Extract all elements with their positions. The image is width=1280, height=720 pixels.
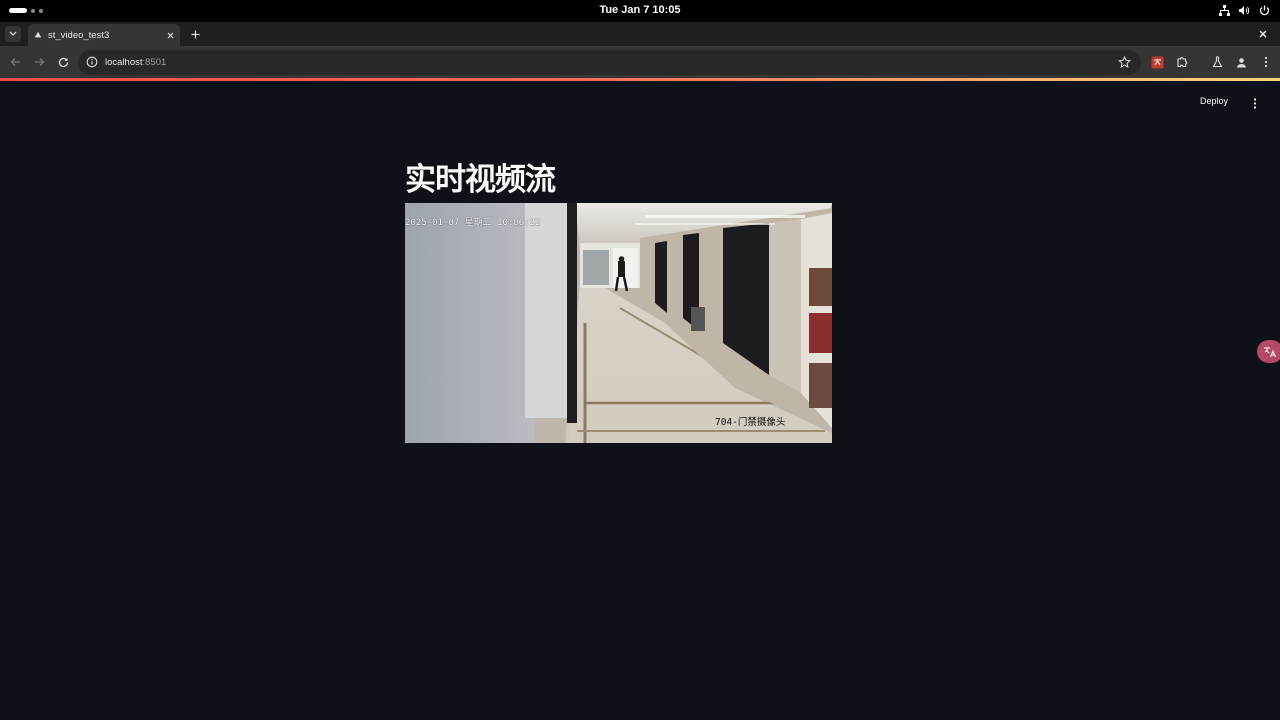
translate-floating-button[interactable] — [1257, 340, 1280, 363]
kebab-menu-icon — [1253, 97, 1257, 109]
browser-menu-button[interactable] — [1259, 55, 1273, 69]
close-icon — [1259, 30, 1267, 38]
system-status-area[interactable] — [1219, 3, 1270, 18]
tab-search-button[interactable] — [5, 26, 21, 42]
site-info-icon[interactable] — [86, 56, 98, 68]
puzzle-icon — [1177, 57, 1188, 68]
close-icon — [167, 32, 173, 38]
profile-button[interactable] — [1234, 55, 1248, 69]
flask-icon — [1212, 56, 1222, 68]
reload-button[interactable] — [56, 55, 70, 69]
streamlit-favicon-icon — [34, 31, 42, 38]
chevron-down-icon — [9, 31, 17, 36]
arrow-left-icon — [10, 58, 20, 66]
address-bar[interactable]: localhost:8501 — [78, 50, 1141, 75]
corridor-camera-image — [405, 203, 832, 443]
system-clock[interactable]: Tue Jan 7 10:05 — [0, 4, 1280, 16]
deploy-button[interactable]: Deploy — [1200, 96, 1228, 106]
live-video-frame: 2025-01-07 星期二 10:06:22 704-门禁摄像头 — [405, 203, 832, 443]
extension-translate-button[interactable] — [1150, 55, 1164, 69]
translate-extension-icon — [1151, 56, 1163, 68]
url-text: localhost:8501 — [105, 57, 166, 68]
extensions-button[interactable] — [1175, 55, 1189, 69]
profile-icon — [1236, 57, 1246, 67]
tab-title: st_video_test3 — [48, 29, 110, 41]
browser-toolbar: localhost:8501 — [0, 46, 1280, 79]
url-host: localhost — [105, 57, 143, 68]
plus-icon — [191, 30, 199, 38]
browser-tab-strip: st_video_test3 — [0, 22, 1280, 46]
back-button[interactable] — [8, 55, 22, 69]
translate-icon — [1264, 346, 1276, 357]
volume-icon — [1239, 3, 1250, 18]
app-main-menu-button[interactable] — [1250, 97, 1260, 109]
video-osd-camera-label: 704-门禁摄像头 — [715, 417, 786, 428]
kebab-menu-icon — [1264, 56, 1268, 68]
bookmark-star-icon[interactable] — [1118, 56, 1131, 69]
new-tab-button[interactable] — [188, 27, 202, 41]
power-icon — [1259, 3, 1270, 18]
tab-close-button[interactable] — [164, 29, 176, 41]
video-osd-timestamp: 2025-01-07 星期二 10:06:22 — [405, 218, 541, 228]
arrow-right-icon — [34, 58, 44, 66]
forward-button[interactable] — [32, 55, 46, 69]
reload-icon — [58, 57, 68, 67]
window-close-button[interactable] — [1256, 27, 1270, 41]
streamlit-header-decoration — [0, 78, 1280, 81]
page-title: 实时视频流 — [405, 162, 556, 198]
system-top-bar: Tue Jan 7 10:05 — [0, 0, 1280, 22]
network-icon — [1219, 3, 1230, 18]
url-port: :8501 — [142, 57, 167, 68]
browser-tab-active[interactable]: st_video_test3 — [28, 24, 180, 46]
labs-button[interactable] — [1210, 55, 1224, 69]
